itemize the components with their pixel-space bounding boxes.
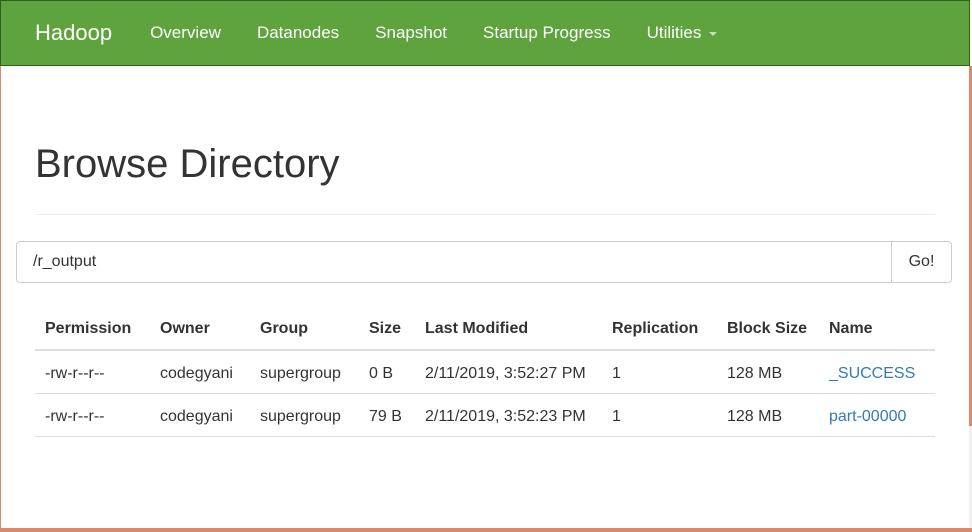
cell-name: part-00000	[819, 393, 935, 437]
nav-startup-progress[interactable]: Startup Progress	[465, 23, 629, 43]
col-block-size[interactable]: Block Size	[717, 308, 819, 351]
path-search-group: Go!	[16, 241, 952, 283]
nav-utilities[interactable]: Utilities	[629, 23, 736, 43]
cell-size: 0 B	[359, 350, 415, 394]
caret-down-icon	[709, 32, 718, 36]
directory-path-input[interactable]	[16, 241, 891, 283]
go-button[interactable]: Go!	[891, 241, 952, 283]
cell-permission: -rw-r--r--	[35, 350, 150, 394]
title-divider	[35, 214, 935, 215]
col-replication[interactable]: Replication	[602, 308, 717, 351]
file-link[interactable]: _SUCCESS	[829, 365, 915, 382]
col-permission[interactable]: Permission	[35, 308, 150, 351]
cell-name: _SUCCESS	[819, 350, 935, 394]
col-last-modified[interactable]: Last Modified	[415, 308, 602, 351]
window-frame-left	[0, 66, 1, 528]
top-navbar: Hadoop Overview Datanodes Snapshot Start…	[0, 0, 970, 66]
nav-overview[interactable]: Overview	[132, 23, 239, 43]
cell-permission: -rw-r--r--	[35, 393, 150, 437]
cell-block-size: 128 MB	[717, 393, 819, 437]
col-owner[interactable]: Owner	[150, 308, 250, 351]
nav-utilities-label: Utilities	[646, 23, 702, 42]
nav-snapshot[interactable]: Snapshot	[357, 23, 465, 43]
page-title: Browse Directory	[35, 142, 340, 186]
cell-last-modified: 2/11/2019, 3:52:23 PM	[415, 393, 602, 437]
col-size[interactable]: Size	[359, 308, 415, 351]
cell-group: supergroup	[250, 393, 359, 437]
cell-replication: 1	[602, 393, 717, 437]
table-header-row: Permission Owner Group Size Last Modifie…	[35, 308, 935, 351]
file-link[interactable]: part-00000	[829, 408, 906, 425]
cell-size: 79 B	[359, 393, 415, 437]
nav-datanodes[interactable]: Datanodes	[239, 23, 357, 43]
cell-group: supergroup	[250, 350, 359, 394]
cell-replication: 1	[602, 350, 717, 394]
brand-logo[interactable]: Hadoop	[35, 20, 112, 46]
col-name[interactable]: Name	[819, 308, 935, 351]
directory-listing-table: Permission Owner Group Size Last Modifie…	[35, 308, 935, 437]
table-row: -rw-r--r-- codegyani supergroup 0 B 2/11…	[35, 350, 935, 394]
cell-owner: codegyani	[150, 350, 250, 394]
table-row: -rw-r--r-- codegyani supergroup 79 B 2/1…	[35, 393, 935, 437]
window-frame-bottom	[0, 528, 972, 532]
cell-block-size: 128 MB	[717, 350, 819, 394]
cell-owner: codegyani	[150, 393, 250, 437]
cell-last-modified: 2/11/2019, 3:52:27 PM	[415, 350, 602, 394]
col-group[interactable]: Group	[250, 308, 359, 351]
